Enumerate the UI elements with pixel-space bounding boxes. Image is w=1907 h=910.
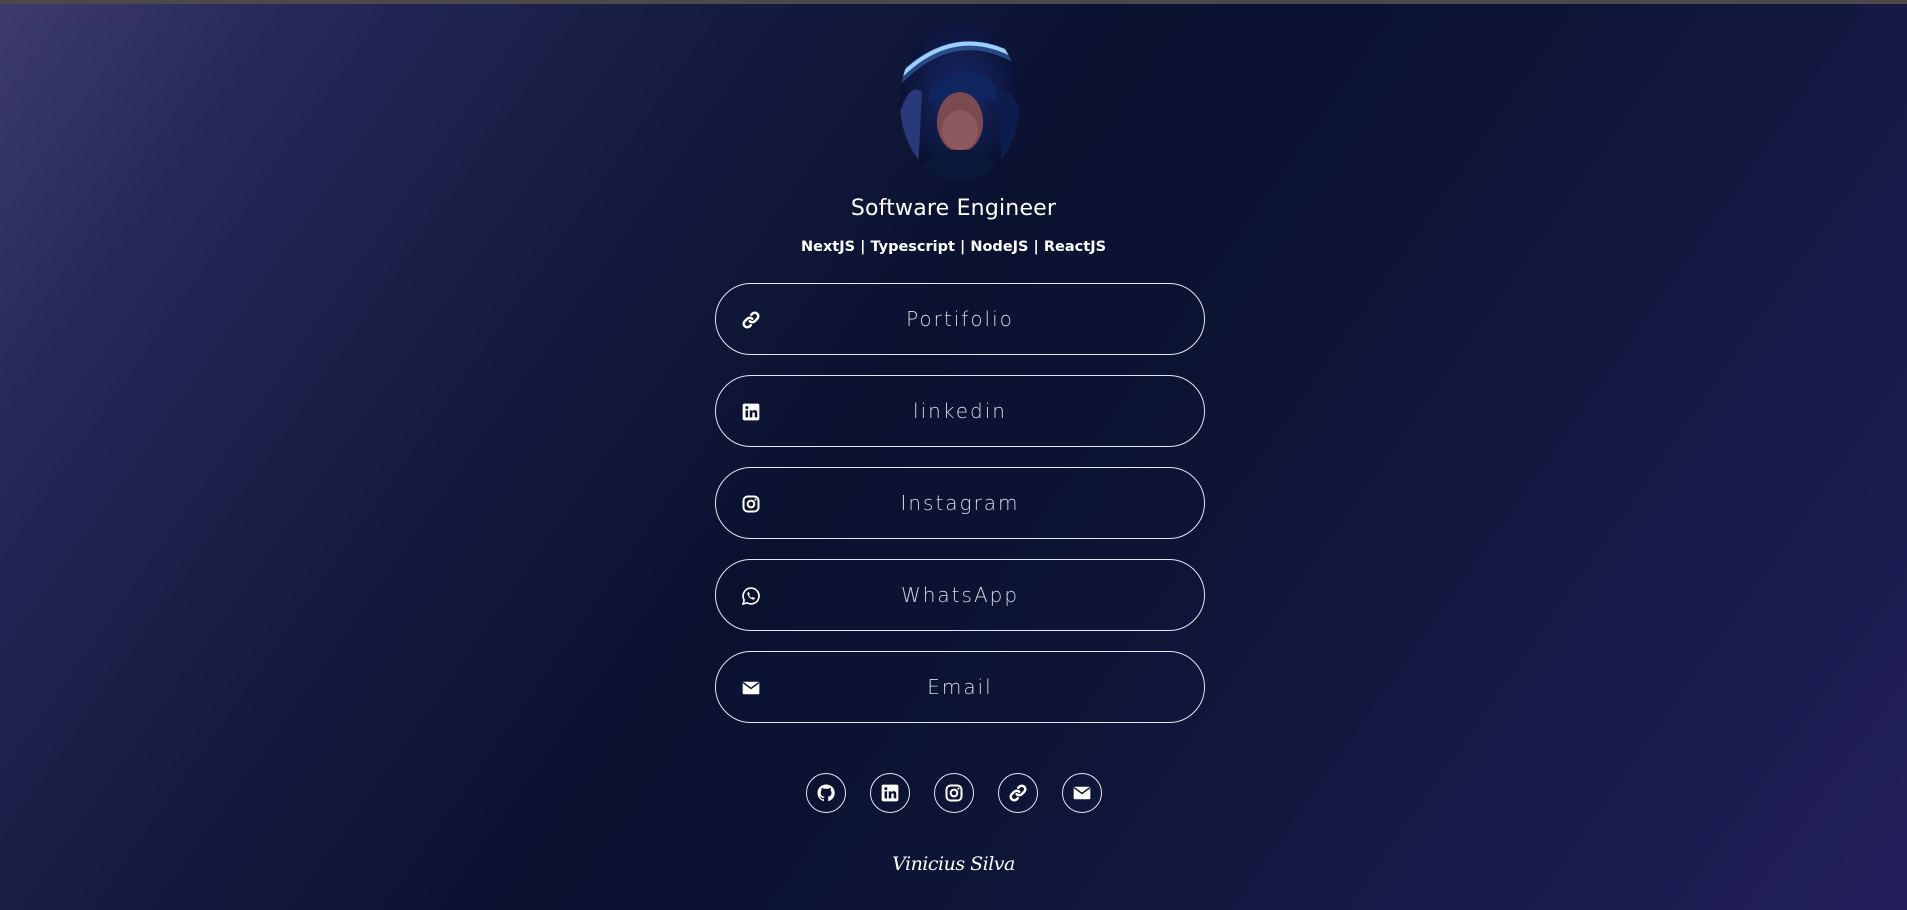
profile-photo xyxy=(900,22,1020,182)
github-social-button[interactable] xyxy=(805,773,846,813)
profile-title: Software Engineer xyxy=(850,196,1057,221)
email-social-button[interactable] xyxy=(1061,773,1102,813)
github-icon xyxy=(816,784,835,802)
portfolio-social-button[interactable] xyxy=(997,773,1038,813)
instagram-social-button[interactable] xyxy=(933,773,974,813)
link-label: WhatsApp xyxy=(900,583,1020,607)
link-label: linkedin xyxy=(913,399,1007,423)
link-label: Portifolio xyxy=(906,307,1014,331)
avatar xyxy=(900,22,1020,182)
link-icon xyxy=(1008,784,1027,802)
profile-subtitle: NextJS | Typescript | NodeJS | ReactJS xyxy=(800,239,1107,255)
instagram-icon xyxy=(945,784,962,802)
email-link-button[interactable]: Email xyxy=(715,651,1205,723)
instagram-link-button[interactable]: Instagram xyxy=(715,467,1205,539)
link-label: Email xyxy=(927,675,993,699)
portfolio-link-button[interactable]: Portifolio xyxy=(715,283,1205,355)
linkedin-social-button[interactable] xyxy=(869,773,910,813)
linkedin-icon xyxy=(881,784,898,802)
linkedin-link-button[interactable]: linkedin xyxy=(715,375,1205,447)
whatsapp-link-button[interactable]: WhatsApp xyxy=(715,559,1205,631)
footer-name: Vinicius Silva xyxy=(892,853,1015,875)
link-label: Instagram xyxy=(900,491,1020,515)
link-list: Portifolio linkedin Instagram WhatsApp E… xyxy=(715,283,1205,743)
social-icons-row xyxy=(0,773,1907,813)
browser-top-edge xyxy=(0,0,1907,4)
envelope-icon xyxy=(1073,786,1090,800)
